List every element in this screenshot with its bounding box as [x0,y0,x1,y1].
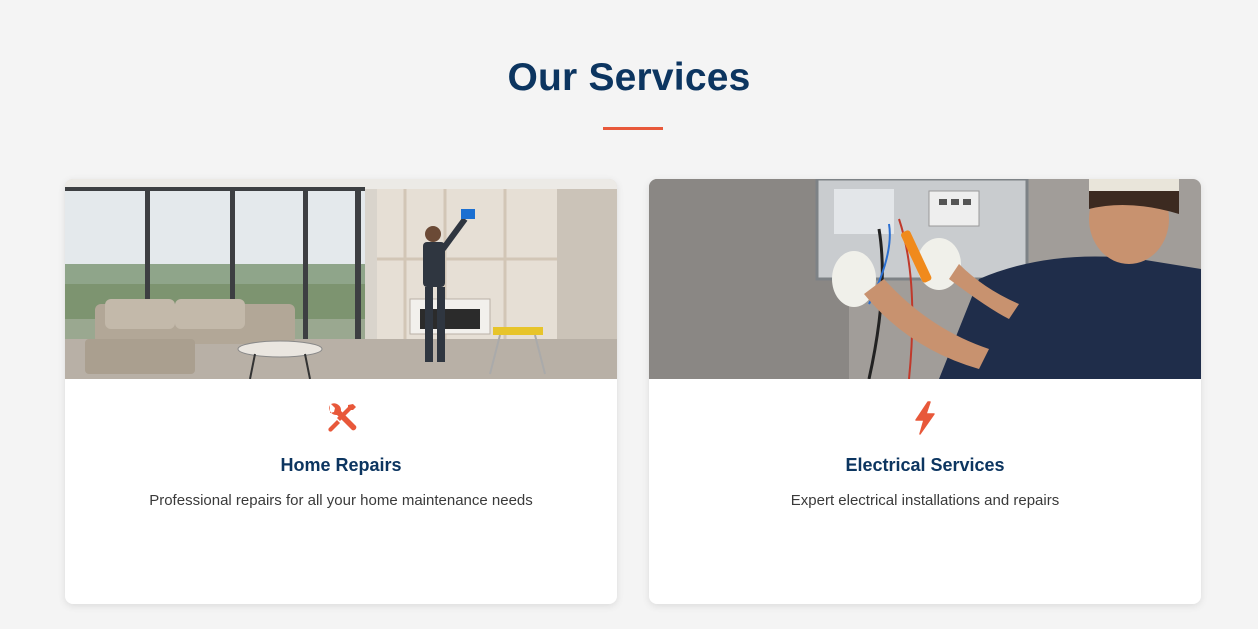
title-underline [603,127,663,130]
service-card-home-repairs[interactable]: Home Repairs Professional repairs for al… [65,179,617,604]
service-description: Expert electrical installations and repa… [790,492,1060,509]
electrician-panel-photo [649,179,1201,379]
tools-icon [65,400,617,440]
services-section: Our Services Home Repairs Professional r… [0,0,1258,629]
lightning-bolt-icon [649,400,1201,440]
service-card-electrical-services[interactable]: Electrical Services Expert electrical in… [649,179,1201,604]
handyman-drywall-photo [65,179,617,379]
service-title: Home Repairs [280,455,402,475]
service-title: Electrical Services [845,455,1005,475]
section-title: Our Services [507,56,751,99]
service-description: Professional repairs for all your home m… [149,492,533,509]
